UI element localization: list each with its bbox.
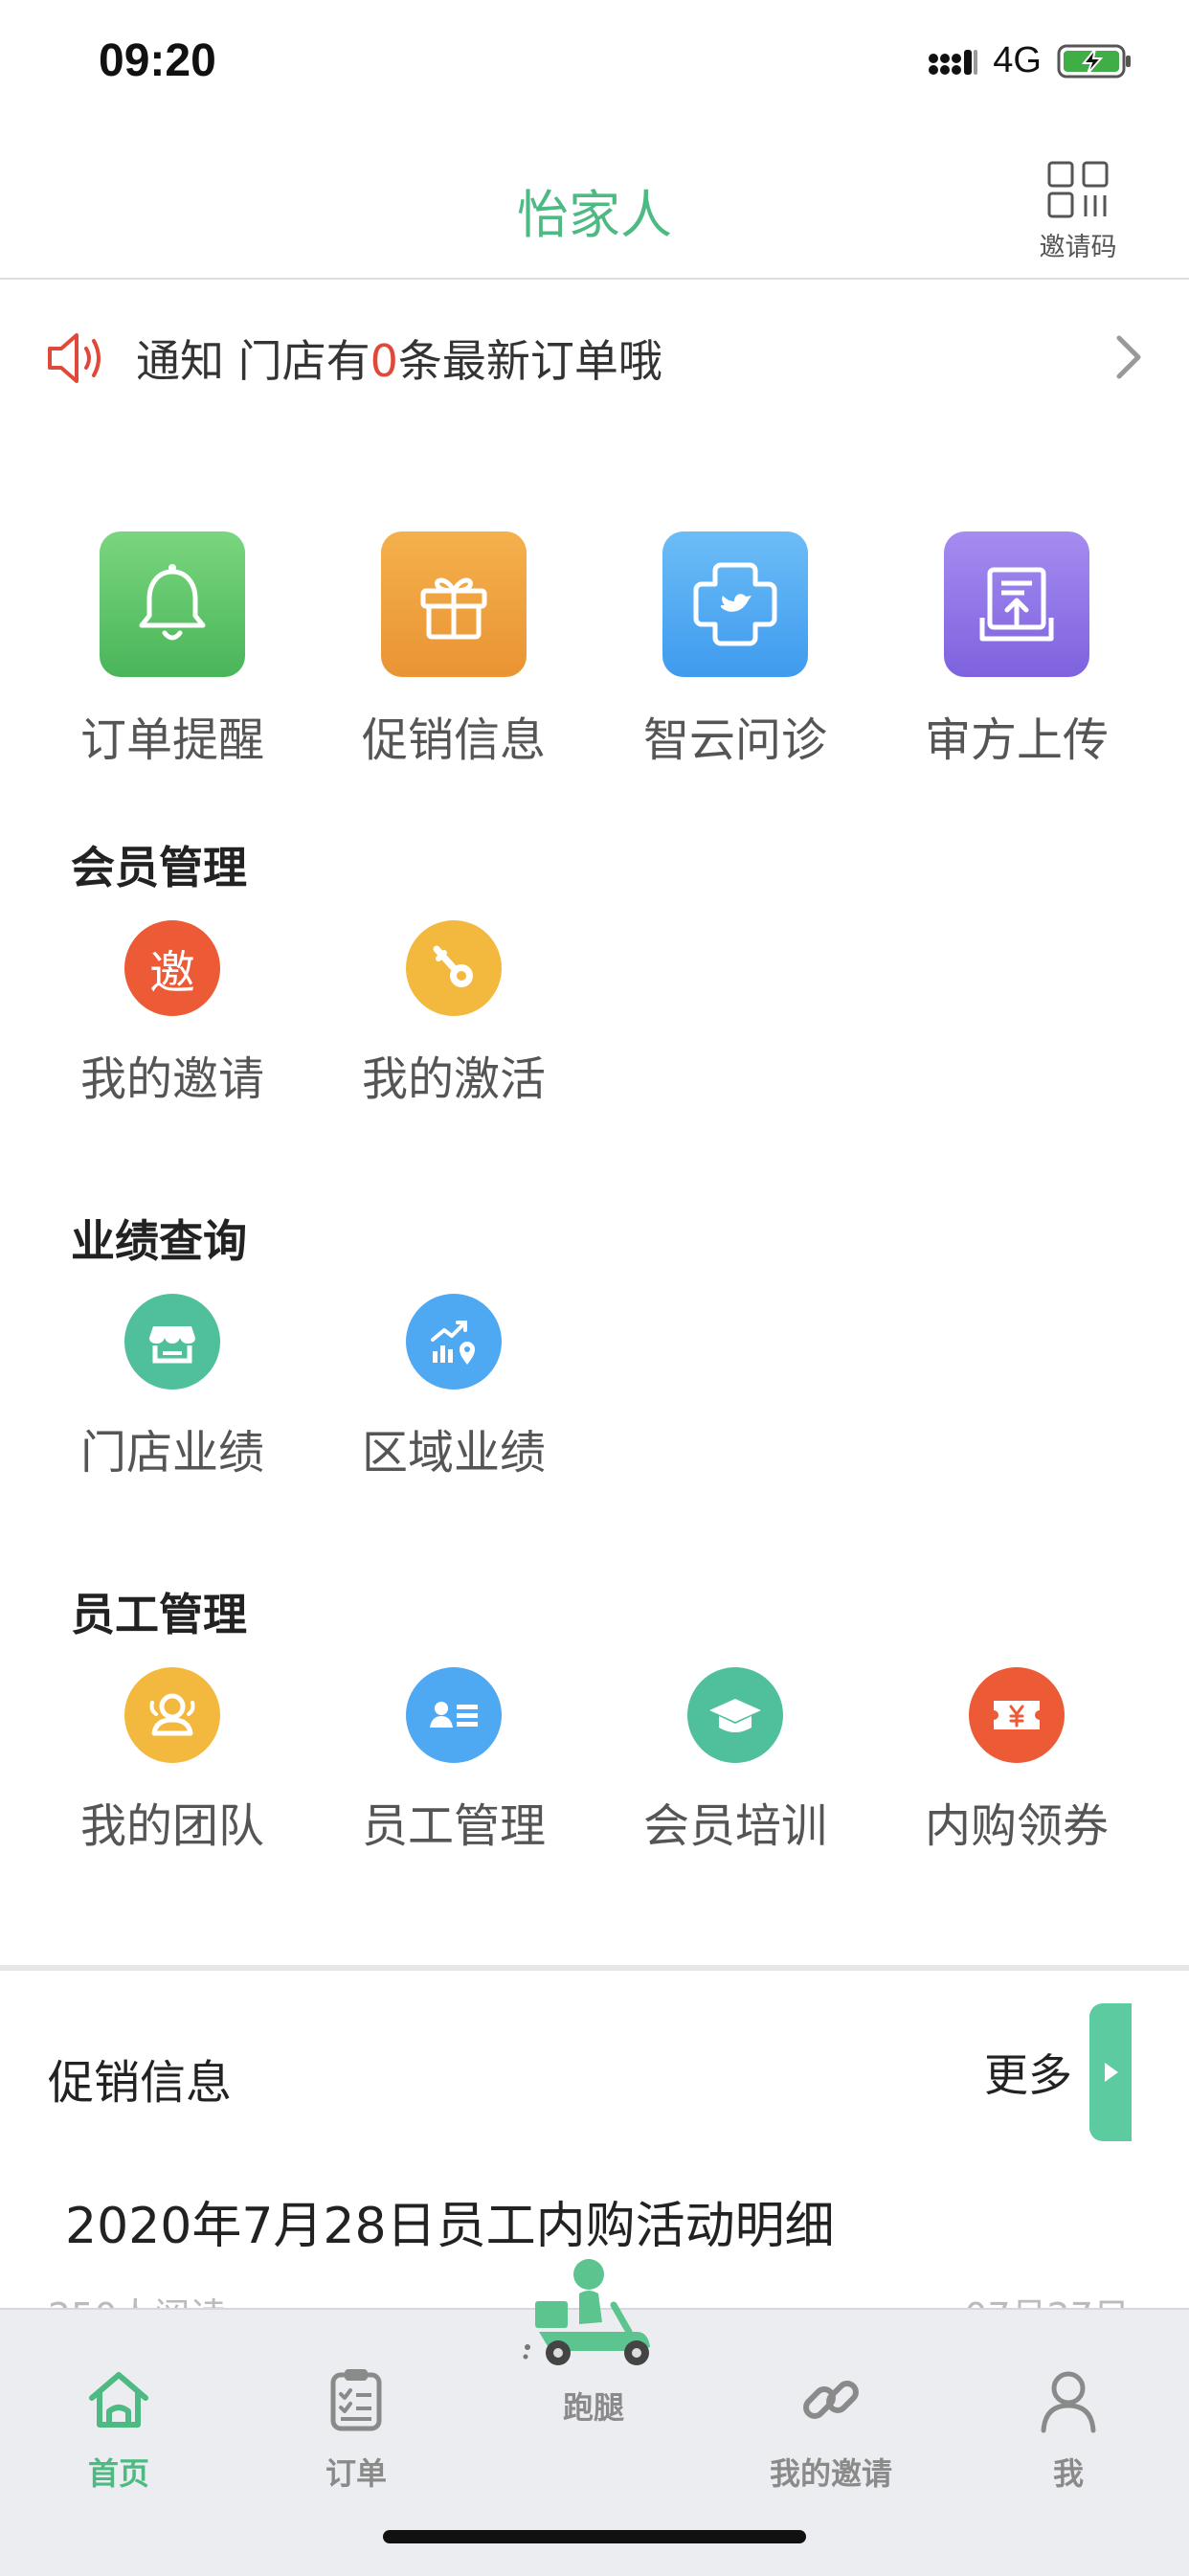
item-label: 员工管理 bbox=[361, 1799, 546, 1853]
item-label: 门店业绩 bbox=[79, 1426, 264, 1480]
section-title-member: 会员管理 bbox=[71, 842, 247, 893]
tab-orders[interactable]: 订单 bbox=[237, 2365, 475, 2494]
tab-home[interactable]: 首页 bbox=[0, 2365, 237, 2494]
item-label: 我的邀请 bbox=[79, 1052, 264, 1106]
gift-icon bbox=[381, 531, 527, 677]
bell-icon bbox=[100, 531, 245, 677]
quick-smart-consult[interactable]: 智云问诊 bbox=[594, 531, 876, 769]
store-icon bbox=[124, 1294, 220, 1390]
notice-text: 通知 门店有0条最新订单哦 bbox=[136, 327, 662, 390]
chart-location-icon bbox=[406, 1294, 502, 1390]
invite-code-label: 邀请码 bbox=[1039, 233, 1117, 262]
staff-management-item[interactable]: 员工管理 bbox=[313, 1667, 594, 1855]
item-label: 我的激活 bbox=[361, 1052, 546, 1106]
network-type: 4G bbox=[993, 40, 1042, 80]
quick-label: 智云问诊 bbox=[642, 713, 827, 767]
regional-performance-item[interactable]: 区域业绩 bbox=[313, 1294, 594, 1481]
section-title-staff: 员工管理 bbox=[71, 1589, 247, 1640]
tab-my-invites[interactable]: 我的邀请 bbox=[712, 2365, 950, 2494]
nav-divider bbox=[0, 278, 1189, 280]
tab-label: 我的邀请 bbox=[769, 2455, 892, 2492]
internal-coupon-item[interactable]: 内购领券 bbox=[876, 1667, 1157, 1855]
coupon-icon bbox=[969, 1667, 1065, 1763]
medical-cross-icon bbox=[662, 531, 808, 677]
id-card-icon bbox=[406, 1667, 502, 1763]
my-invites-item[interactable]: 邀 我的邀请 bbox=[32, 920, 313, 1108]
page-title: 怡家人 bbox=[517, 185, 672, 245]
home-indicator bbox=[383, 2530, 806, 2543]
quick-order-reminder[interactable]: 订单提醒 bbox=[32, 531, 313, 769]
tab-label: 跑腿 bbox=[562, 2389, 624, 2426]
notice-prefix: 通知 门店有 bbox=[136, 335, 370, 387]
home-icon bbox=[89, 2372, 148, 2428]
member-training-item[interactable]: 会员培训 bbox=[594, 1667, 876, 1855]
status-indicators: 4G bbox=[928, 40, 1132, 81]
quick-prescription-upload[interactable]: 审方上传 bbox=[876, 531, 1157, 769]
tab-errand[interactable]: 跑腿 bbox=[475, 2259, 712, 2428]
team-icon bbox=[124, 1667, 220, 1763]
quick-label: 促销信息 bbox=[361, 713, 546, 767]
my-activations-item[interactable]: 我的激活 bbox=[313, 920, 594, 1108]
clipboard-list-icon bbox=[330, 2369, 382, 2431]
promotions-title: 促销信息 bbox=[48, 2056, 233, 2110]
battery-charging-icon bbox=[1057, 44, 1131, 78]
chevron-right-icon bbox=[1116, 335, 1141, 379]
signal-icon bbox=[929, 49, 978, 75]
quick-label: 订单提醒 bbox=[79, 713, 264, 767]
more-promotions-button[interactable]: 更多 bbox=[984, 2003, 1189, 2141]
item-label: 区域业绩 bbox=[361, 1426, 546, 1480]
delivery-scooter-icon bbox=[523, 2259, 650, 2365]
tab-label: 订单 bbox=[325, 2455, 387, 2492]
new-order-count: 0 bbox=[370, 335, 398, 387]
link-icon bbox=[803, 2381, 859, 2419]
key-icon bbox=[406, 920, 502, 1016]
notice-suffix: 条最新订单哦 bbox=[397, 335, 662, 387]
upload-document-icon bbox=[944, 531, 1089, 677]
order-notice-bar[interactable]: 通知 门店有0条最新订单哦 bbox=[46, 316, 1143, 400]
status-time: 09:20 bbox=[99, 35, 216, 86]
tab-label: 我 bbox=[1052, 2455, 1084, 2492]
tab-me[interactable]: 我 bbox=[950, 2365, 1187, 2494]
tab-label: 首页 bbox=[87, 2455, 149, 2492]
promo-article-title[interactable]: 2020年7月28日员工内购活动明细 bbox=[65, 2185, 835, 2257]
user-icon bbox=[1041, 2371, 1096, 2433]
item-label: 会员培训 bbox=[642, 1799, 827, 1853]
invite-code-button[interactable]: 邀请码 bbox=[1024, 161, 1132, 263]
section-divider bbox=[0, 1965, 1189, 1971]
quick-promotions[interactable]: 促销信息 bbox=[313, 531, 594, 769]
section-title-performance: 业绩查询 bbox=[71, 1215, 247, 1267]
speaker-icon bbox=[48, 333, 101, 383]
invite-icon: 邀 bbox=[124, 920, 220, 1016]
more-label: 更多 bbox=[984, 2049, 1072, 2101]
quick-label: 审方上传 bbox=[924, 713, 1109, 767]
play-arrow-icon bbox=[1089, 2003, 1132, 2141]
store-performance-item[interactable]: 门店业绩 bbox=[32, 1294, 313, 1481]
item-label: 我的团队 bbox=[79, 1799, 264, 1853]
qr-code-icon bbox=[1047, 161, 1109, 218]
graduation-cap-icon bbox=[687, 1667, 783, 1763]
my-team-item[interactable]: 我的团队 bbox=[32, 1667, 313, 1855]
item-label: 内购领券 bbox=[924, 1799, 1109, 1853]
